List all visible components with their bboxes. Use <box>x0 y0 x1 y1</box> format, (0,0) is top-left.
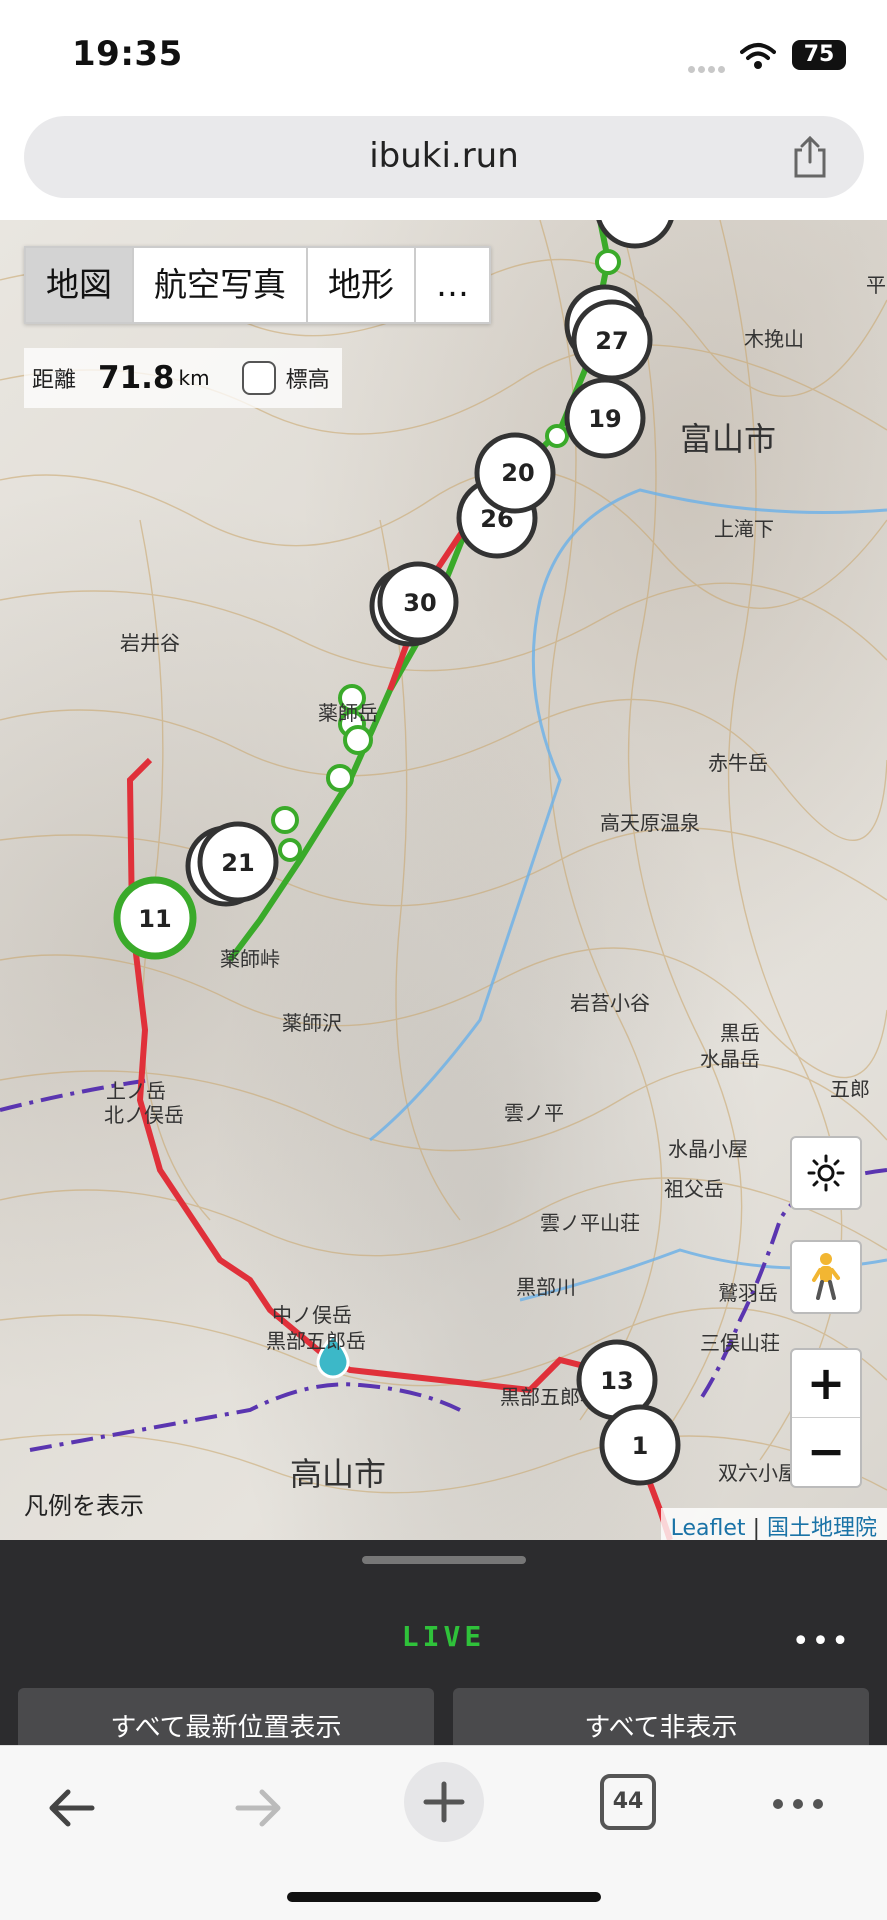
elevation-label: 標高 <box>285 368 330 393</box>
panel-grabber[interactable] <box>362 1556 526 1564</box>
label-suishodake: 水晶岳 <box>700 1047 760 1071</box>
label-goro: 五郎 <box>830 1077 870 1101</box>
checkpoint-markers: 27 19 26 20 30 21 11 13 1 <box>113 220 681 1486</box>
label-nakanomata: 中ノ俣岳 <box>272 1303 352 1327</box>
distance-label: 距離 <box>32 368 77 393</box>
layer-aerial-button[interactable]: 航空写真 <box>134 248 308 322</box>
distance-panel: 距離 71.8 km 標高 <box>24 348 342 408</box>
svg-text:13: 13 <box>600 1367 633 1395</box>
label-yakushidake: 薬師岳 <box>318 701 378 725</box>
label-mitsumata: 三俣山荘 <box>700 1331 780 1355</box>
legend-link[interactable]: 凡例を表示 <box>24 1486 144 1521</box>
back-arrow-icon[interactable] <box>44 1780 100 1836</box>
label-iwaidani: 岩井谷 <box>120 631 180 655</box>
url-text[interactable]: ibuki.run <box>24 136 864 176</box>
share-icon[interactable] <box>788 134 832 180</box>
label-washiba: 鷲羽岳 <box>718 1281 778 1305</box>
brightness-button[interactable] <box>790 1136 862 1210</box>
map-canvas: 富山市 高山市 木挽山 上滝下 薬師岳 赤牛岳 高天原温泉 黒岳 水晶岳 水晶小… <box>0 220 887 1540</box>
label-sobudake: 祖父岳 <box>664 1177 724 1201</box>
elevation-checkbox[interactable] <box>241 361 276 395</box>
walking-person-icon <box>812 1253 840 1300</box>
forward-arrow-icon[interactable] <box>230 1780 286 1836</box>
checkpoint-marker-1[interactable]: 1 <box>599 1404 681 1486</box>
more-menu-icon[interactable] <box>770 1796 826 1812</box>
label-sugoroku: 双六小屋 <box>718 1461 798 1485</box>
cellular-signal-icon <box>688 58 730 73</box>
layer-more-button[interactable]: … <box>416 248 489 322</box>
checkpoint-marker-19[interactable]: 19 <box>564 377 646 459</box>
home-indicator <box>287 1892 601 1902</box>
label-kurobegoro: 黒部五郎岳 <box>266 1329 366 1353</box>
svg-text:19: 19 <box>588 405 621 433</box>
label-takayama: 高山市 <box>290 1455 386 1493</box>
label-kurobegawa: 黒部川 <box>516 1275 576 1299</box>
leaflet-link[interactable]: Leaflet <box>671 1516 746 1540</box>
new-tab-button[interactable] <box>402 1760 486 1844</box>
label-takamagahara: 高天原温泉 <box>600 811 700 835</box>
svg-text:1: 1 <box>632 1432 649 1460</box>
checkpoint-marker-21[interactable]: 21 <box>185 821 279 907</box>
label-zero: 平 <box>866 273 886 297</box>
label-kurodake: 黒岳 <box>720 1021 760 1045</box>
status-time: 19:35 <box>72 34 183 74</box>
label-suisho-hut: 水晶小屋 <box>668 1137 748 1161</box>
svg-text:27: 27 <box>595 327 628 355</box>
distance-value: 71.8 <box>98 360 175 396</box>
svg-text:21: 21 <box>221 849 254 877</box>
checkpoint-marker-top[interactable] <box>596 220 674 249</box>
zoom-out-button[interactable]: − <box>792 1418 860 1486</box>
svg-text:11: 11 <box>138 905 171 933</box>
checkpoint-marker-20[interactable]: 20 <box>474 432 556 514</box>
label-yakushitoge: 薬師峠 <box>220 947 280 971</box>
label-kamitaki: 上滝下 <box>714 517 774 541</box>
panel-more-button[interactable]: ••• <box>792 1624 851 1659</box>
distance-unit: km <box>178 366 210 390</box>
gsi-link[interactable]: 国土地理院 <box>767 1516 877 1540</box>
zoom-control: + − <box>790 1348 862 1488</box>
pedestrian-button[interactable] <box>790 1240 862 1314</box>
live-panel: LIVE ••• すべて最新位置表示 すべて非表示 <box>0 1540 887 1758</box>
label-yakushizawa: 薬師沢 <box>282 1011 342 1035</box>
sun-icon <box>807 1154 845 1192</box>
svg-text:20: 20 <box>501 459 534 487</box>
address-bar[interactable]: ibuki.run <box>24 116 864 198</box>
label-kumonodaira: 雲ノ平 <box>504 1101 564 1125</box>
label-kumonodaira-sanso: 雲ノ平山荘 <box>540 1211 640 1235</box>
attribution-separator: | <box>752 1516 760 1540</box>
status-bar: 19:35 75 <box>0 0 887 110</box>
label-kusunokiyama: 木挽山 <box>744 327 804 351</box>
layer-terrain-button[interactable]: 地形 <box>308 248 416 322</box>
checkpoint-marker-27[interactable]: 27 <box>564 284 653 381</box>
layer-switcher: 地図 航空写真 地形 … <box>24 246 491 324</box>
battery-icon: 75 <box>792 40 846 70</box>
wifi-icon <box>740 43 776 69</box>
checkpoint-marker-11[interactable]: 11 <box>113 876 197 960</box>
label-kitanomata: 北ノ俣岳 <box>104 1103 184 1127</box>
label-kaminodake: 上ノ岳 <box>106 1079 166 1103</box>
zoom-in-button[interactable]: + <box>792 1350 860 1418</box>
checkpoint-marker-30[interactable]: 30 <box>369 561 459 647</box>
label-iwaodani: 岩苔小谷 <box>570 991 650 1015</box>
label-toyama: 富山市 <box>680 420 776 458</box>
map-view[interactable]: 富山市 高山市 木挽山 上滝下 薬師岳 赤牛岳 高天原温泉 黒岳 水晶岳 水晶小… <box>0 220 887 1540</box>
label-akaushidake: 赤牛岳 <box>708 751 768 775</box>
svg-text:30: 30 <box>403 589 436 617</box>
tab-count-button[interactable]: 44 <box>600 1774 656 1830</box>
map-attribution: Leaflet | 国土地理院 <box>660 1508 887 1540</box>
live-label: LIVE <box>401 1620 486 1653</box>
layer-map-button[interactable]: 地図 <box>26 248 134 322</box>
